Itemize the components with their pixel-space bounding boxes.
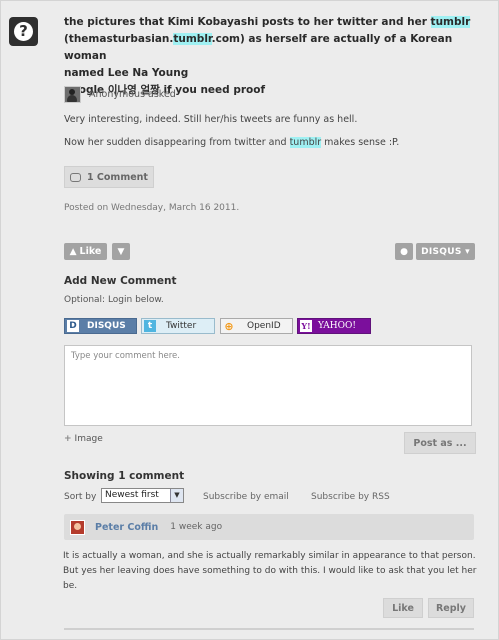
comment-textarea[interactable]: Type your comment here. [64, 345, 472, 426]
login-hint: Optional: Login below. [64, 295, 164, 305]
comment-like-button[interactable]: Like [383, 598, 423, 618]
user-icon: ● [400, 246, 408, 257]
sort-by-label: Sort by [64, 492, 97, 502]
thumbs-up-icon: ▲ [69, 246, 77, 257]
question-icon: ? [9, 17, 38, 46]
highlight-tumblr: tumblr [289, 137, 322, 148]
add-comment-title: Add New Comment [64, 275, 177, 287]
comment-header: Peter Coffin 1 week ago [64, 514, 474, 540]
sort-select[interactable]: Newest first ▼ [101, 488, 184, 503]
subscribe-rss-link[interactable]: Subscribe by RSS [311, 492, 390, 502]
highlight-tumblr: tumblr [173, 33, 212, 45]
plus-icon: + [64, 434, 72, 444]
commenter-avatar[interactable] [70, 519, 85, 535]
comment-author[interactable]: Peter Coffin [95, 522, 158, 533]
divider [64, 628, 474, 630]
login-disqus-button[interactable]: D DISQUS [64, 318, 137, 334]
asker-label: Anonymous asked [89, 89, 176, 100]
anonymous-avatar [64, 86, 81, 103]
twitter-icon: t [144, 320, 156, 332]
login-openid-button[interactable]: ⊕ OpenID [220, 318, 293, 334]
posted-date: Posted on Wednesday, March 16 2011. [64, 203, 240, 213]
add-image-link[interactable]: + Image [64, 434, 103, 444]
thumbs-down-icon: ▼ [117, 246, 125, 257]
like-button[interactable]: ▲ Like [64, 243, 107, 260]
highlight-tumblr: tumblr [430, 16, 471, 28]
subscribe-email-link[interactable]: Subscribe by email [203, 492, 289, 502]
comment-bubble-icon [70, 172, 82, 182]
post-as-button[interactable]: Post as ... [404, 432, 476, 454]
disqus-icon: D [67, 320, 79, 332]
answer-paragraph-1: Very interesting, indeed. Still her/his … [64, 114, 358, 125]
comments-heading: Showing 1 comment [64, 470, 185, 482]
asker-info: Anonymous asked [64, 86, 176, 103]
answer-paragraph-2: Now her sudden disappearing from twitter… [64, 137, 400, 148]
chevron-down-icon[interactable]: ▼ [170, 489, 183, 502]
login-twitter-button[interactable]: t Twitter [141, 318, 215, 334]
comment-count-button[interactable]: 1 Comment [64, 166, 154, 188]
disqus-menu-button[interactable]: DISQUS ▾ [416, 243, 475, 260]
login-yahoo-button[interactable]: Y! YAHOO! [297, 318, 371, 334]
yahoo-icon: Y! [300, 320, 312, 332]
dislike-button[interactable]: ▼ [112, 243, 130, 260]
comment-time[interactable]: 1 week ago [170, 522, 222, 532]
openid-icon: ⊕ [224, 319, 234, 333]
user-profile-button[interactable]: ● [395, 243, 413, 260]
comment-body: It is actually a woman, and she is actua… [63, 551, 477, 591]
comment-reply-button[interactable]: Reply [428, 598, 474, 618]
